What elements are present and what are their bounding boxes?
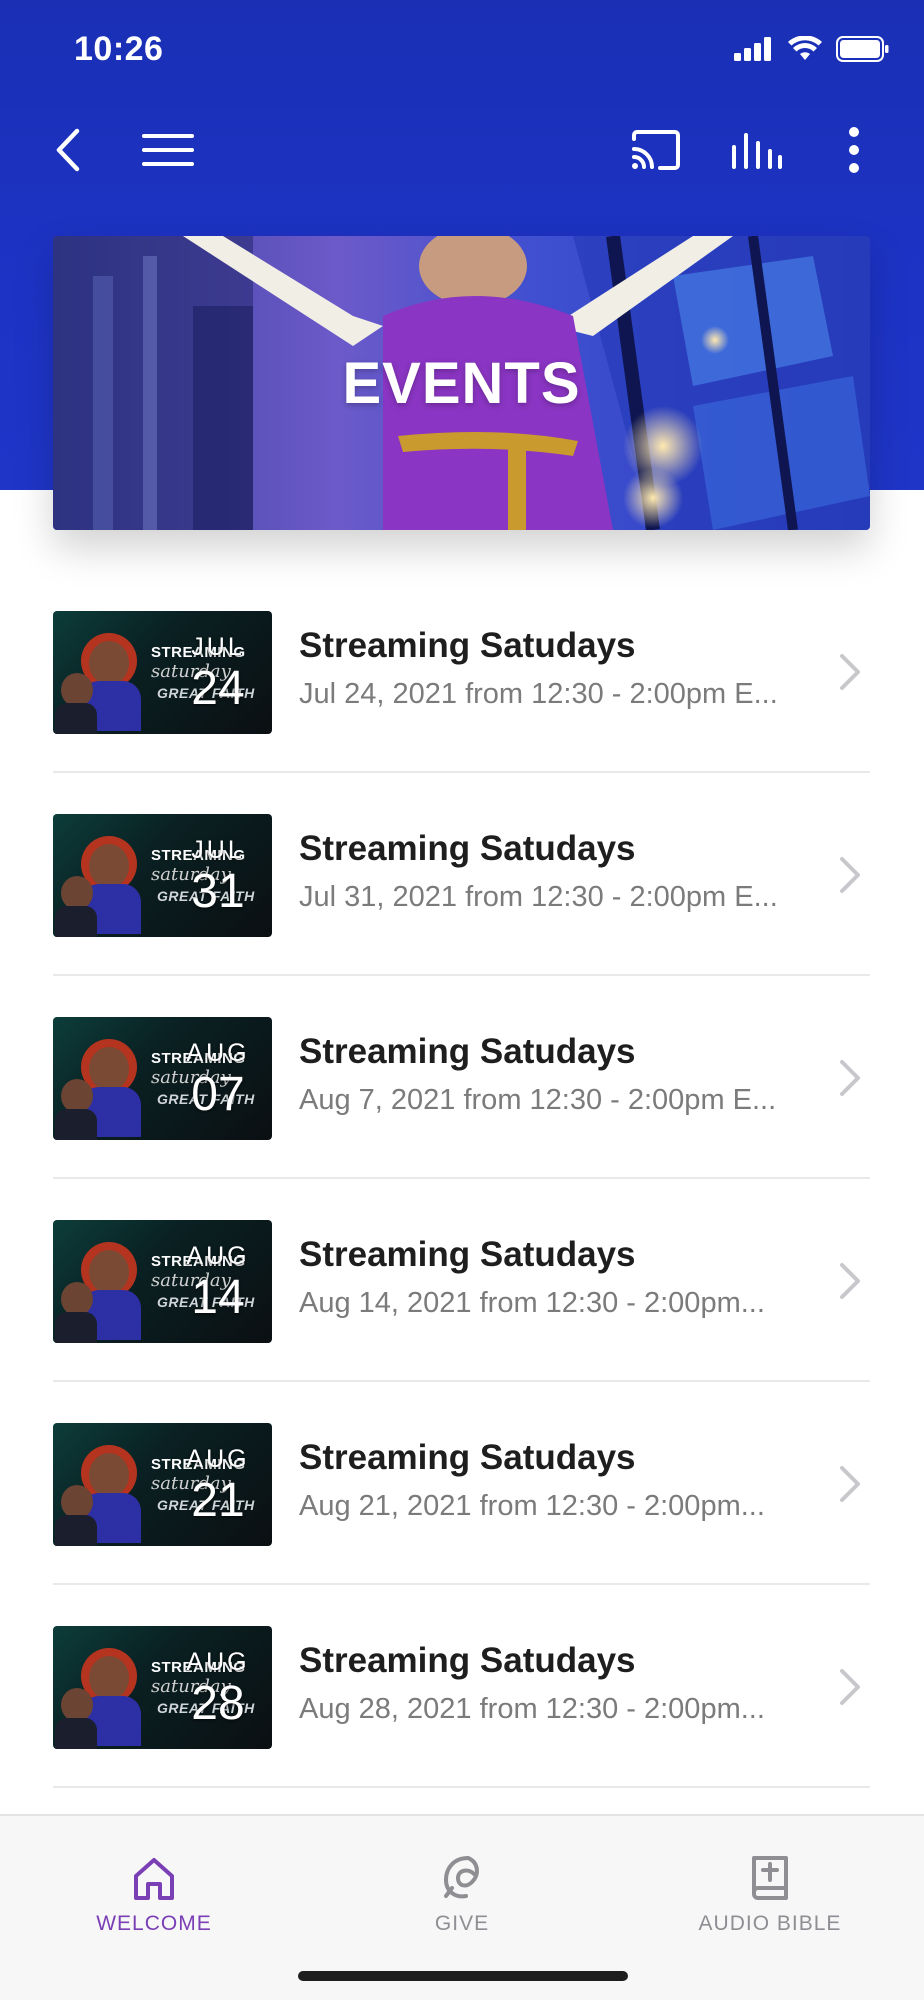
equalizer-button[interactable] [716, 110, 796, 190]
give-icon [443, 1856, 479, 1899]
event-thumbnail: STREAMING saturday GREAT FAITH AUG 21 [53, 1423, 272, 1546]
event-thumbnail: STREAMING saturday GREAT FAITH AUG 07 [53, 1017, 272, 1140]
bible-icon [752, 1856, 788, 1900]
event-thumbnail: STREAMING saturday GREAT FAITH AUG 14 [53, 1220, 272, 1343]
event-day: 07 [191, 1068, 245, 1121]
chevron-right-icon [840, 1060, 860, 1096]
chevron-right-icon [840, 1466, 860, 1502]
equalizer-icon [732, 133, 782, 169]
status-time: 10:26 [74, 30, 164, 68]
event-title: Streaming Satudays [299, 1438, 636, 1477]
event-datetime: Aug 21, 2021 from 12:30 - 2:00pm... [299, 1490, 765, 1522]
events-banner: EVENTS [53, 236, 870, 530]
event-row[interactable]: STREAMING saturday GREAT FAITH AUG 07 St… [53, 976, 870, 1179]
banner-title: EVENTS [342, 350, 581, 416]
chevron-right-icon [840, 857, 860, 893]
event-title: Streaming Satudays [299, 829, 636, 868]
tab-label: WELCOME [96, 1912, 212, 1935]
event-datetime: Jul 31, 2021 from 12:30 - 2:00pm E... [299, 881, 778, 913]
cast-icon [632, 130, 680, 170]
event-title: Streaming Satudays [299, 1235, 636, 1274]
event-month: JUL [191, 633, 245, 661]
tab-welcome[interactable]: WELCOME [34, 1816, 274, 1936]
home-icon [134, 1858, 174, 1900]
event-row[interactable]: STREAMING saturday GREAT FAITH AUG 28 St… [53, 1585, 870, 1788]
chevron-right-icon [840, 1669, 860, 1705]
event-day: 24 [191, 662, 245, 715]
event-row[interactable]: STREAMING saturday GREAT FAITH AUG 14 St… [53, 1179, 870, 1382]
event-datetime: Aug 7, 2021 from 12:30 - 2:00pm E... [299, 1084, 777, 1116]
event-day: 21 [191, 1474, 245, 1527]
event-title: Streaming Satudays [299, 1641, 636, 1680]
event-list: STREAMING saturday GREAT FAITH JUL 24 St… [53, 570, 870, 1788]
event-month: AUG [186, 1242, 250, 1270]
event-day: 28 [191, 1677, 245, 1730]
hamburger-menu-icon [142, 134, 194, 166]
event-row[interactable]: STREAMING saturday GREAT FAITH JUL 24 St… [53, 570, 870, 773]
event-row[interactable]: STREAMING saturday GREAT FAITH AUG 21 St… [53, 1382, 870, 1585]
event-month: AUG [186, 1039, 250, 1067]
chevron-right-icon [840, 654, 860, 690]
chevron-right-icon [840, 1263, 860, 1299]
more-vertical-icon [849, 127, 859, 173]
event-day: 31 [191, 865, 245, 918]
status-icons [734, 36, 890, 62]
battery-icon [836, 36, 889, 62]
wifi-icon [788, 36, 822, 60]
tab-give[interactable]: GIVE [342, 1816, 582, 1936]
nav-bar [0, 110, 924, 190]
cellular-signal-icon [734, 37, 771, 61]
event-datetime: Aug 28, 2021 from 12:30 - 2:00pm... [299, 1693, 765, 1725]
event-title: Streaming Satudays [299, 1032, 636, 1071]
event-row[interactable]: STREAMING saturday GREAT FAITH JUL 31 St… [53, 773, 870, 976]
tab-label: GIVE [434, 1912, 490, 1935]
event-month: AUG [186, 1445, 250, 1473]
cast-button[interactable] [616, 110, 696, 190]
event-thumbnail: STREAMING saturday GREAT FAITH JUL 24 [53, 611, 272, 734]
chevron-left-icon [56, 128, 80, 172]
menu-button[interactable] [128, 110, 208, 190]
event-thumbnail: STREAMING saturday GREAT FAITH AUG 28 [53, 1626, 272, 1749]
home-indicator [298, 1971, 628, 1981]
event-title: Streaming Satudays [299, 626, 636, 665]
tab-audio-bible[interactable]: AUDIO BIBLE [650, 1816, 890, 1936]
event-datetime: Jul 24, 2021 from 12:30 - 2:00pm E... [299, 678, 778, 710]
status-bar: 10:26 [0, 0, 924, 100]
event-month: AUG [186, 1648, 250, 1676]
tab-label: AUDIO BIBLE [698, 1912, 842, 1935]
event-datetime: Aug 14, 2021 from 12:30 - 2:00pm... [299, 1287, 765, 1319]
back-button[interactable] [28, 110, 108, 190]
event-day: 14 [191, 1271, 245, 1324]
event-thumbnail: STREAMING saturday GREAT FAITH JUL 31 [53, 814, 272, 937]
more-button[interactable] [814, 110, 894, 190]
event-month: JUL [191, 836, 245, 864]
